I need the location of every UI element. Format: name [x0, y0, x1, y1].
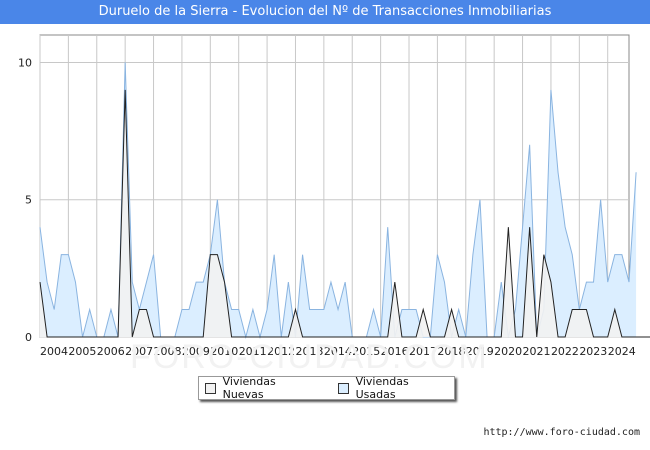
y-tick-label-10: 10 [18, 56, 32, 69]
legend-item-nuevas: Viviendas Nuevas [199, 375, 316, 401]
y-axis-ticks: 0 5 10 [18, 56, 32, 344]
x-tick-label-2022: 2022 [551, 345, 579, 358]
y-tick-label-0: 0 [25, 331, 32, 344]
x-tick-label-2024: 2024 [608, 345, 636, 358]
x-tick-label-2006: 2006 [97, 345, 125, 358]
x-tick-label-2023: 2023 [579, 345, 607, 358]
legend-label-nuevas: Viviendas Nuevas [222, 375, 276, 401]
legend-swatch-usadas [337, 382, 349, 394]
watermark-text: FORO-CIUDAD.COM [130, 338, 489, 376]
legend: Viviendas Nuevas Viviendas Usadas [198, 375, 455, 401]
x-tick-label-2005: 2005 [68, 345, 96, 358]
legend-item-usadas: Viviendas Usadas [332, 375, 448, 401]
x-tick-label-2004: 2004 [40, 345, 68, 358]
y-tick-label-5: 5 [25, 194, 32, 207]
x-tick-label-2020: 2020 [494, 345, 522, 358]
x-tick-label-2021: 2021 [523, 345, 551, 358]
legend-label-usadas: Viviendas Usadas [355, 375, 409, 401]
footer-url: http://www.foro-ciudad.com [483, 427, 640, 438]
legend-swatch-nuevas [205, 382, 216, 394]
